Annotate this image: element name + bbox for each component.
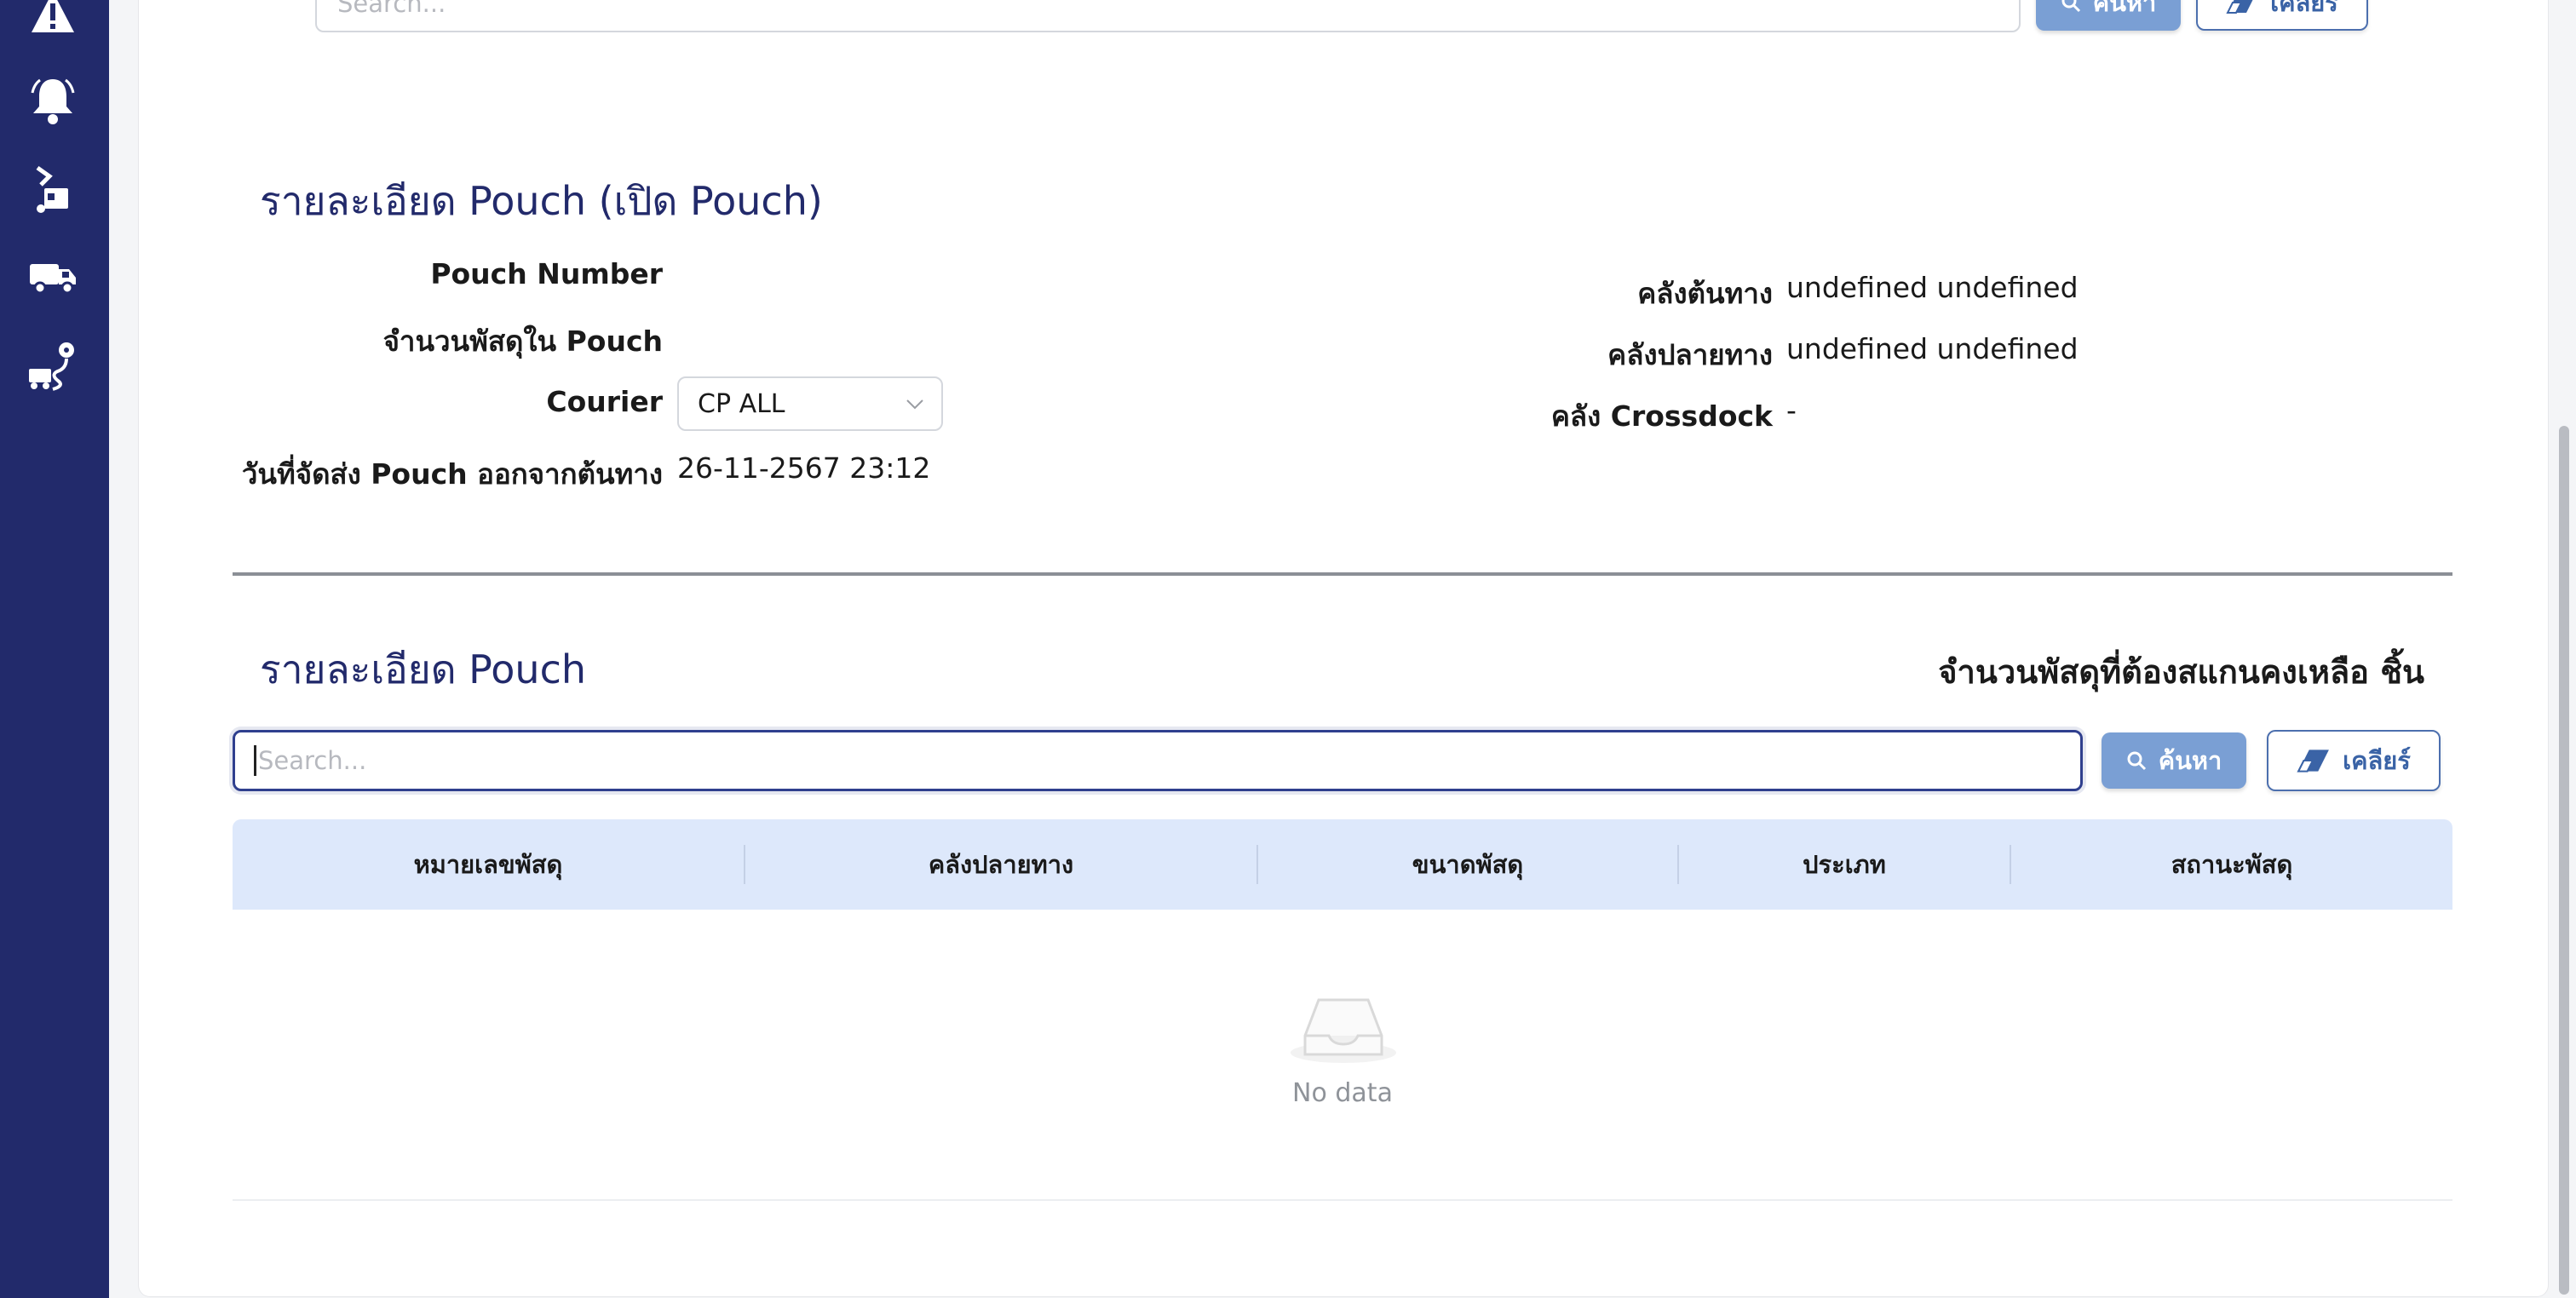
search-icon (2127, 751, 2146, 771)
route-icon[interactable] (26, 339, 80, 393)
origin-warehouse-value: undefined undefined (1786, 271, 2079, 304)
chevron-down-icon (906, 399, 923, 410)
ship-date-value: 26-11-2567 23:12 (677, 451, 931, 485)
parcel-clear-button-label: เคลียร์ (2343, 746, 2411, 775)
origin-warehouse-label: คลังต้นทาง (1637, 277, 1773, 310)
courier-label: Courier (546, 385, 663, 418)
top-clear-button-label: เคลียร์ (2270, 0, 2338, 17)
pouch-detail-title: รายละเอียด Pouch (260, 646, 587, 692)
destination-warehouse-label: คลังปลายทาง (1607, 338, 1773, 371)
parcel-count-label: จำนวนพัสดุใน Pouch (382, 324, 663, 358)
pouch-number-label: Pouch Number (430, 257, 663, 290)
courier-select-value: CP ALL (698, 388, 785, 419)
parcel-search-button[interactable]: ค้นหา (2102, 732, 2246, 789)
crossdock-value: - (1786, 393, 1797, 427)
top-search-placeholder: Search... (337, 0, 446, 18)
empty-state-text: No data (1292, 1078, 1393, 1108)
pouch-open-title: รายละเอียด Pouch (เปิด Pouch) (260, 178, 823, 224)
eraser-icon (2297, 750, 2330, 772)
column-header-destination[interactable]: คลังปลายทาง (745, 819, 1256, 910)
page-scrollbar-thumb[interactable] (2559, 426, 2569, 1295)
text-caret (254, 745, 256, 776)
section-divider (233, 572, 2452, 576)
column-header-parcel-number[interactable]: หมายเลขพัสดุ (233, 819, 744, 910)
top-search-button-label: ค้นหา (2092, 0, 2157, 17)
delivery-truck-icon[interactable] (26, 250, 80, 305)
empty-inbox-icon (1288, 991, 1399, 1068)
column-header-status[interactable]: สถานะพัสดุ (2011, 819, 2452, 910)
top-clear-button[interactable]: เคลียร์ (2196, 0, 2368, 31)
top-search-button[interactable]: ค้นหา (2036, 0, 2181, 31)
parcel-clear-button[interactable]: เคลียร์ (2267, 730, 2441, 791)
parcel-search-placeholder: Search... (258, 746, 367, 775)
column-header-type[interactable]: ประเภท (1679, 819, 2010, 910)
crossdock-label: คลัง Crossdock (1550, 399, 1773, 433)
table-bottom-border (233, 1199, 2452, 1201)
destination-warehouse-value: undefined undefined (1786, 332, 2079, 365)
eraser-icon (2226, 0, 2253, 14)
sidebar (0, 0, 109, 1298)
bell-icon[interactable] (26, 73, 80, 128)
remaining-scan-count: จำนวนพัสดุที่ต้องสแกนคงเหลือ ชิ้น (1938, 653, 2424, 691)
parcel-search-button-label: ค้นหา (2158, 746, 2222, 775)
hand-truck-icon[interactable] (26, 162, 80, 216)
column-header-size[interactable]: ขนาดพัสดุ (1258, 819, 1677, 910)
warning-icon[interactable] (26, 0, 80, 39)
top-search-input[interactable]: Search... (315, 0, 2021, 32)
courier-select[interactable]: CP ALL (677, 376, 943, 431)
parcel-table-header: หมายเลขพัสดุ คลังปลายทาง ขนาดพัสดุ ประเภ… (233, 819, 2452, 910)
parcel-search-input[interactable]: Search... (233, 730, 2083, 791)
search-icon (2061, 0, 2080, 13)
ship-date-label: วันที่จัดส่ง Pouch ออกจากต้นทาง (241, 457, 663, 491)
